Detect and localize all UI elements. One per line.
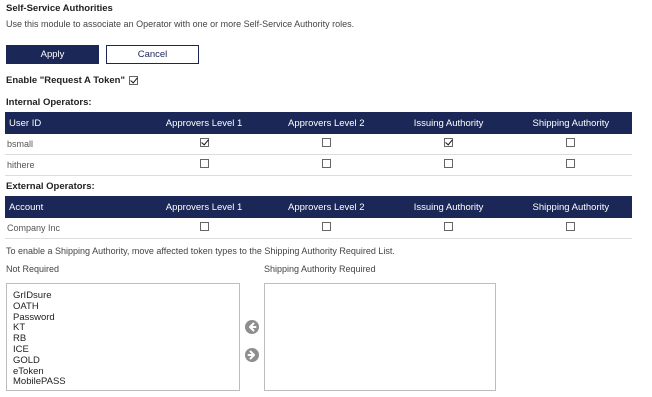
internal-column-header: Issuing Authority bbox=[387, 112, 510, 134]
internal-operators-table: User ID Approvers Level 1 Approvers Level … bbox=[5, 112, 632, 176]
list-item[interactable]: OATH bbox=[7, 301, 239, 313]
move-left-button[interactable] bbox=[245, 320, 259, 334]
list-item[interactable]: GrIDsure bbox=[7, 290, 239, 302]
role-checkbox[interactable] bbox=[444, 159, 454, 168]
internal-column-header: Approvers Level 1 bbox=[142, 112, 266, 134]
internal-row-name: bsmall bbox=[5, 134, 143, 155]
arrow-right-circle-icon bbox=[247, 350, 255, 360]
role-checkbox[interactable] bbox=[444, 222, 454, 231]
role-checkbox[interactable] bbox=[566, 222, 576, 231]
external-table-header: Account Approvers Level 1 Approvers Level … bbox=[5, 196, 632, 218]
checkbox-cell bbox=[387, 134, 510, 155]
enable-token-label: Enable "Request A Token" bbox=[6, 75, 125, 86]
checkbox-cell bbox=[142, 218, 266, 239]
external-row-name: Company Inc bbox=[5, 218, 143, 239]
external-column-header: Approvers Level 2 bbox=[265, 196, 388, 218]
role-checkbox[interactable] bbox=[199, 222, 209, 231]
checkbox-cell bbox=[509, 154, 632, 176]
list-item[interactable]: GOLD bbox=[7, 355, 239, 367]
role-checkbox[interactable] bbox=[566, 138, 576, 147]
role-checkbox[interactable] bbox=[321, 159, 331, 168]
checkbox-cell bbox=[387, 154, 510, 176]
list-item[interactable]: KT bbox=[7, 323, 239, 334]
arrow-left-circle-icon bbox=[249, 322, 257, 332]
external-column-header: Account bbox=[5, 196, 143, 218]
apply-button[interactable]: Apply bbox=[6, 45, 99, 64]
list-item[interactable]: ICE bbox=[7, 344, 239, 356]
checkbox-cell bbox=[509, 218, 632, 239]
list-item[interactable]: Password bbox=[7, 312, 239, 324]
role-checkbox[interactable] bbox=[321, 138, 331, 147]
internal-table-header: User ID Approvers Level 1 Approvers Level … bbox=[5, 112, 632, 134]
checkbox-cell bbox=[265, 154, 388, 176]
cancel-button[interactable]: Cancel bbox=[106, 45, 199, 64]
role-checkbox[interactable] bbox=[199, 159, 209, 168]
shipping-info-text: To enable a Shipping Authority, move aff… bbox=[6, 246, 395, 256]
internal-column-header: Shipping Authority bbox=[509, 112, 632, 134]
internal-column-header: User ID bbox=[5, 112, 143, 134]
external-operators-label: External Operators: bbox=[6, 181, 95, 192]
enable-token-checkbox[interactable] bbox=[128, 76, 138, 85]
internal-operators-label: Internal Operators: bbox=[6, 97, 92, 108]
internal-column-header: Approvers Level 2 bbox=[265, 112, 388, 134]
external-column-header: Shipping Authority bbox=[509, 196, 632, 218]
not-required-listbox[interactable]: GrIDsure OATH Password KT RB ICE GOLD eToken Mob… bbox=[6, 283, 240, 391]
move-right-button[interactable] bbox=[245, 348, 259, 362]
external-column-header: Approvers Level 1 bbox=[142, 196, 266, 218]
page-description: Use this module to associate an Operator… bbox=[6, 19, 355, 29]
external-column-header: Issuing Authority bbox=[387, 196, 510, 218]
role-checkbox[interactable] bbox=[321, 222, 331, 231]
role-checkbox[interactable] bbox=[444, 138, 454, 147]
checkbox-cell bbox=[265, 218, 388, 239]
not-required-label: Not Required bbox=[6, 264, 60, 274]
shipping-required-listbox[interactable] bbox=[264, 283, 496, 391]
role-checkbox[interactable] bbox=[199, 138, 209, 147]
checkbox-cell bbox=[265, 134, 388, 155]
enable-token-row: Enable "Request A Token" bbox=[6, 75, 138, 86]
role-checkbox[interactable] bbox=[566, 159, 576, 168]
page-title: Self-Service Authorities bbox=[6, 3, 113, 14]
list-item[interactable]: MobilePASS bbox=[7, 377, 239, 388]
checkbox-cell bbox=[387, 218, 510, 239]
table-row: Company Inc bbox=[5, 218, 632, 239]
checkbox-cell bbox=[142, 134, 266, 155]
external-operators-table: Account Approvers Level 1 Approvers Level … bbox=[5, 196, 632, 239]
checkbox-cell bbox=[509, 134, 632, 155]
shipping-required-label: Shipping Authority Required bbox=[264, 264, 376, 274]
internal-row-name: hithere bbox=[5, 154, 143, 176]
table-row: hithere bbox=[5, 154, 632, 176]
table-row: bsmall bbox=[5, 134, 632, 155]
checkbox-cell bbox=[142, 154, 266, 176]
list-item[interactable]: RB bbox=[7, 333, 239, 345]
